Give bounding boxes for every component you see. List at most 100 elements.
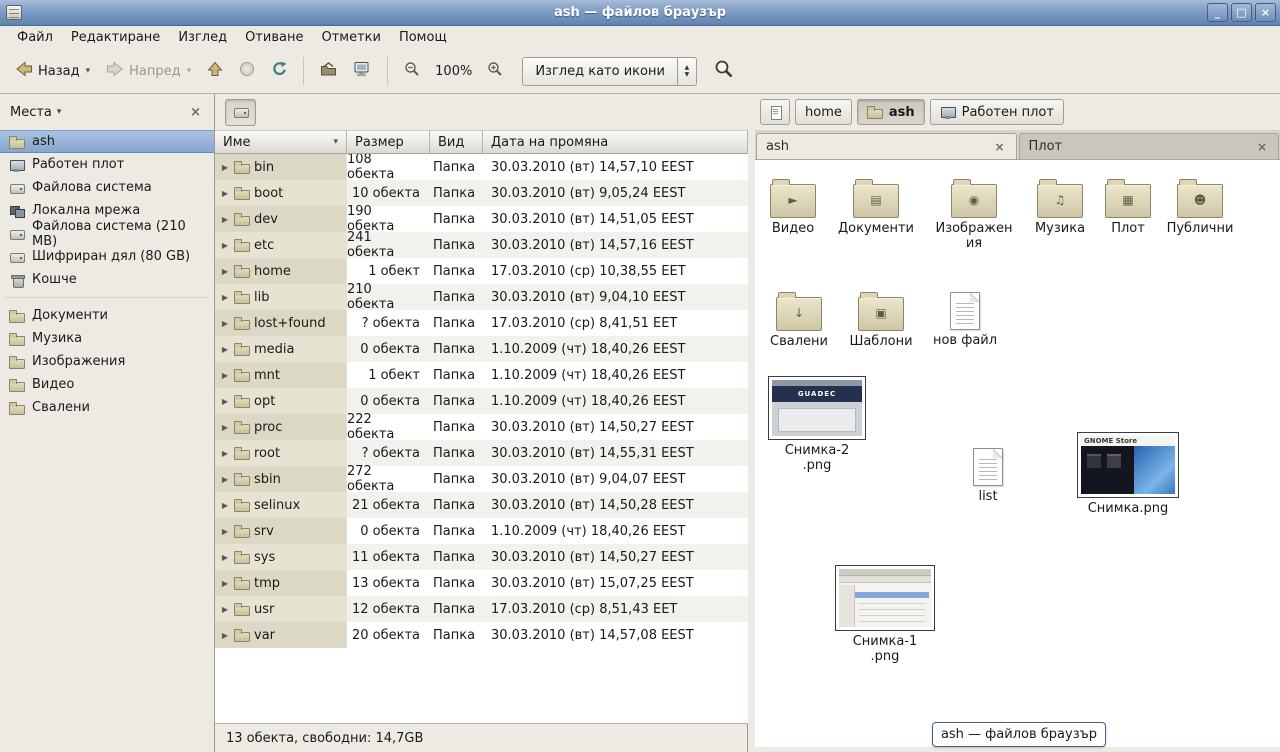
sidebar-item-filesystem[interactable]: Файлова система <box>0 176 214 199</box>
close-icon[interactable]: × <box>1255 140 1269 154</box>
expander-icon[interactable]: ▶ <box>220 579 230 588</box>
expander-icon[interactable]: ▶ <box>220 501 230 510</box>
column-header-date[interactable]: Дата на промяна <box>483 130 748 154</box>
table-row[interactable]: ▶root? обектаПапка30.03.2010 (вт) 14,55,… <box>215 440 748 466</box>
breadcrumb-ash-button[interactable]: ash <box>857 99 925 125</box>
pathbar-root-button[interactable] <box>225 99 256 126</box>
sidebar-item-music[interactable]: Музика <box>0 327 214 350</box>
sidebar-item-filesystem-210mb[interactable]: Файлова система (210 MB) <box>0 222 214 245</box>
table-row[interactable]: ▶dev190 обектаПапка30.03.2010 (вт) 14,51… <box>215 206 748 232</box>
menu-view[interactable]: Изглед <box>169 28 236 47</box>
expander-icon[interactable]: ▶ <box>220 189 230 198</box>
expander-icon[interactable]: ▶ <box>220 475 230 484</box>
sidebar-item-video[interactable]: Видео <box>0 373 214 396</box>
icon-view-item-public[interactable]: ☻Публични <box>1160 170 1240 237</box>
tab-plot[interactable]: Плот× <box>1019 133 1280 159</box>
expander-icon[interactable]: ▶ <box>220 319 230 328</box>
menu-bookmarks[interactable]: Отметки <box>312 28 389 47</box>
expander-icon[interactable]: ▶ <box>220 397 230 406</box>
expander-icon[interactable]: ▶ <box>220 423 230 432</box>
titlebar[interactable]: ash — файлов браузър _ □ × <box>0 0 1280 26</box>
table-row[interactable]: ▶proc222 обектаПапка30.03.2010 (вт) 14,5… <box>215 414 748 440</box>
sidebar-close-button[interactable]: × <box>187 105 204 120</box>
sidebar-title[interactable]: Места <box>10 105 52 120</box>
table-row[interactable]: ▶home1 обектПапка17.03.2010 (ср) 10,38,5… <box>215 258 748 284</box>
table-row[interactable]: ▶var20 обектаПапка30.03.2010 (вт) 14,57,… <box>215 622 748 648</box>
expander-icon[interactable]: ▶ <box>220 631 230 640</box>
expander-icon[interactable]: ▶ <box>220 215 230 224</box>
icon-view-item-list[interactable]: list <box>948 442 1028 505</box>
table-row[interactable]: ▶tmp13 обектаПапка30.03.2010 (вт) 15,07,… <box>215 570 748 596</box>
table-row[interactable]: ▶selinux21 обектаПапка30.03.2010 (вт) 14… <box>215 492 748 518</box>
sidebar-item-encrypted[interactable]: Шифриран дял (80 GB) <box>0 245 214 268</box>
sidebar-item-ash[interactable]: ash <box>0 130 214 153</box>
icon-view-item-video[interactable]: ►Видео <box>755 170 833 237</box>
icon-view-item-new-file[interactable]: нов файл <box>925 286 1005 349</box>
sidebar-item-desktop[interactable]: Работен плот <box>0 153 214 176</box>
table-row[interactable]: ▶media0 обектаПапка1.10.2009 (чт) 18,40,… <box>215 336 748 362</box>
close-icon[interactable]: × <box>992 140 1006 154</box>
expander-icon[interactable]: ▶ <box>220 241 230 250</box>
icon-view-item-downloads[interactable]: ↓Свалени <box>759 283 839 350</box>
icon-view-item-snimka[interactable]: GNOME Store Снимка.png <box>1076 432 1180 517</box>
breadcrumb-desktop-button[interactable]: Работен плот <box>930 99 1064 125</box>
back-button[interactable]: Назад ▾ <box>8 55 97 87</box>
icon-view[interactable]: ►Видео ▤Документи ◉Изображения ♫Музика ▦… <box>755 160 1280 747</box>
icon-view-item-snimka2[interactable]: GUADEC Снимка-2.png <box>765 376 869 474</box>
icon-view-item-desktop[interactable]: ▦Плот <box>1088 170 1168 237</box>
expander-icon[interactable]: ▶ <box>220 345 230 354</box>
expander-icon[interactable]: ▶ <box>220 605 230 614</box>
expander-icon[interactable]: ▶ <box>220 267 230 276</box>
expander-icon[interactable]: ▶ <box>220 371 230 380</box>
table-row[interactable]: ▶sbin272 обектаПапка30.03.2010 (вт) 9,04… <box>215 466 748 492</box>
tab-ash[interactable]: ash× <box>756 133 1017 159</box>
expander-icon[interactable]: ▶ <box>220 293 230 302</box>
column-header-type[interactable]: Вид <box>430 130 483 154</box>
computer-button[interactable] <box>346 55 378 87</box>
expander-icon[interactable]: ▶ <box>220 553 230 562</box>
stop-button[interactable] <box>232 55 262 87</box>
zoom-out-button[interactable] <box>397 55 427 87</box>
reload-button[interactable] <box>264 55 294 87</box>
location-edit-toggle-button[interactable] <box>760 99 790 125</box>
pane-splitter[interactable] <box>748 94 755 752</box>
icon-view-item-snimka1[interactable]: Снимка-1.png <box>833 565 937 665</box>
expander-icon[interactable]: ▶ <box>220 449 230 458</box>
menu-go[interactable]: Отиване <box>236 28 312 47</box>
close-button[interactable]: × <box>1255 3 1276 22</box>
sidebar-item-documents[interactable]: Документи <box>0 304 214 327</box>
icon-view-item-templates[interactable]: ▣Шаблони <box>841 283 921 350</box>
table-row[interactable]: ▶usr12 обектаПапка17.03.2010 (ср) 8,51,4… <box>215 596 748 622</box>
expander-icon[interactable]: ▶ <box>220 163 230 172</box>
table-row[interactable]: ▶lib210 обектаПапка30.03.2010 (вт) 9,04,… <box>215 284 748 310</box>
minimize-button[interactable]: _ <box>1207 3 1228 22</box>
table-row[interactable]: ▶boot10 обектаПапка30.03.2010 (вт) 9,05,… <box>215 180 748 206</box>
breadcrumb-home-button[interactable]: home <box>795 99 852 125</box>
maximize-button[interactable]: □ <box>1231 3 1252 22</box>
sidebar-item-downloads[interactable]: Свалени <box>0 396 214 419</box>
column-header-size[interactable]: Размер <box>347 130 430 154</box>
search-button[interactable] <box>709 54 739 88</box>
view-mode-select[interactable]: Изглед като икони ▲ ▼ <box>522 57 697 86</box>
icon-view-item-pictures[interactable]: ◉Изображения <box>934 170 1014 252</box>
menu-edit[interactable]: Редактиране <box>62 28 169 47</box>
table-row[interactable]: ▶etc241 обектаПапка30.03.2010 (вт) 14,57… <box>215 232 748 258</box>
zoom-in-button[interactable] <box>480 55 510 87</box>
up-button[interactable] <box>200 55 230 87</box>
table-row[interactable]: ▶srv0 обектаПапка1.10.2009 (чт) 18,40,26… <box>215 518 748 544</box>
expander-icon[interactable]: ▶ <box>220 527 230 536</box>
icon-view-item-documents[interactable]: ▤Документи <box>836 170 916 237</box>
sidebar-item-trash[interactable]: Кошче <box>0 268 214 291</box>
menu-help[interactable]: Помощ <box>390 28 456 47</box>
table-row[interactable]: ▶sys11 обектаПапка30.03.2010 (вт) 14,50,… <box>215 544 748 570</box>
table-row[interactable]: ▶mnt1 обектПапка1.10.2009 (чт) 18,40,26 … <box>215 362 748 388</box>
forward-button[interactable]: Напред ▾ <box>99 55 198 87</box>
home-button[interactable] <box>313 55 344 87</box>
column-header-name[interactable]: Име▾ <box>215 130 347 154</box>
size-cell: 0 обекта <box>347 336 430 362</box>
sidebar-item-pictures[interactable]: Изображения <box>0 350 214 373</box>
menu-file[interactable]: Файл <box>8 28 62 47</box>
table-row[interactable]: ▶lost+found? обектаПапка17.03.2010 (ср) … <box>215 310 748 336</box>
table-row[interactable]: ▶opt0 обектаПапка1.10.2009 (чт) 18,40,26… <box>215 388 748 414</box>
table-row[interactable]: ▶bin108 обектаПапка30.03.2010 (вт) 14,57… <box>215 154 748 180</box>
